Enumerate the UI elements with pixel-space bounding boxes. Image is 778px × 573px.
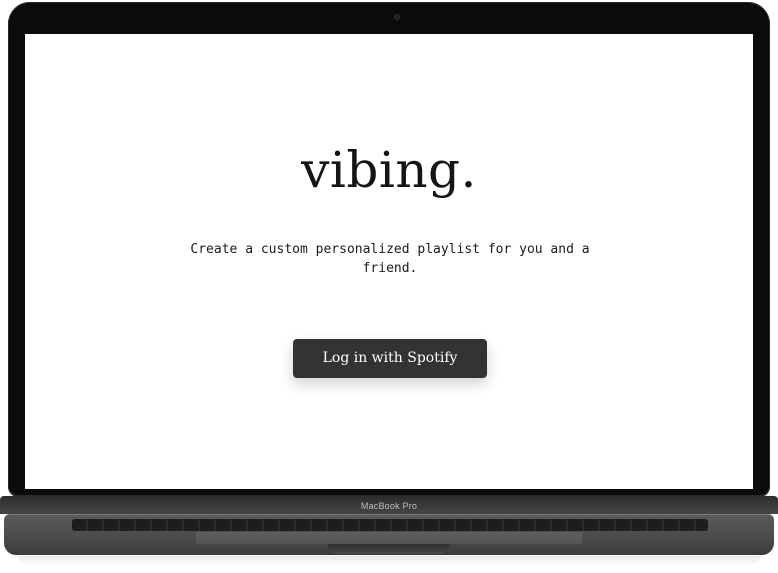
laptop-mockup: vibing. Create a custom personalized pla…: [0, 0, 778, 573]
app-tagline: Create a custom personalized playlist fo…: [190, 242, 590, 276]
front-notch: [328, 544, 450, 554]
keyboard-strip: [72, 519, 708, 531]
webcam-icon: [394, 14, 400, 20]
spotify-login-button[interactable]: Log in with Spotify: [293, 339, 487, 378]
base-shadow: [18, 556, 760, 566]
trackpad: [195, 531, 583, 545]
app-title: vibing.: [301, 141, 477, 199]
device-brand-label: MacBook Pro: [360, 501, 418, 511]
